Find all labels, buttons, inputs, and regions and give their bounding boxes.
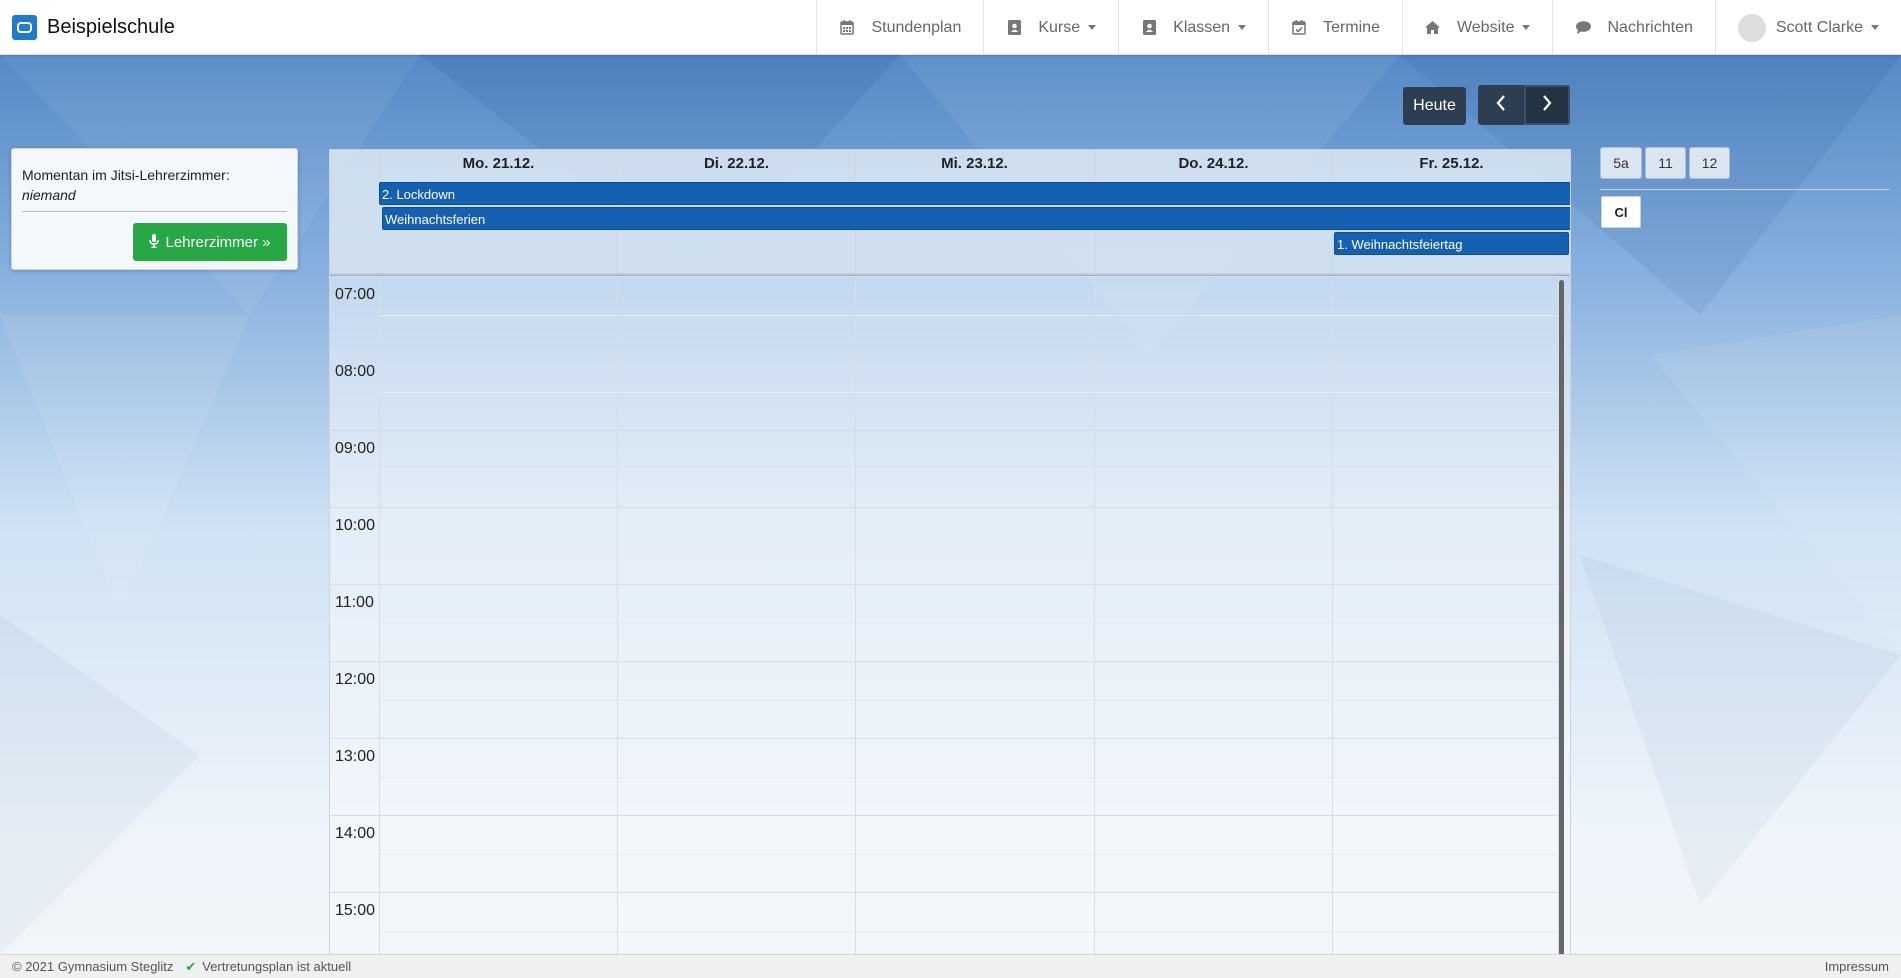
nav-item-label: Klassen xyxy=(1173,18,1231,36)
allday-event[interactable]: Weihnachtsferien xyxy=(382,207,1570,230)
day-header: Mo. 21.12. xyxy=(379,150,617,178)
nav-item-stundenplan[interactable]: Stundenplan xyxy=(816,0,983,55)
comment-icon xyxy=(1575,20,1591,36)
nav-item-website[interactable]: Website xyxy=(1401,0,1553,55)
nav-item-label: Website xyxy=(1456,18,1515,36)
brand-link[interactable]: Beispielschule xyxy=(0,0,175,55)
status-text: Vertretungsplan ist aktuell xyxy=(202,959,352,974)
class-filter-11[interactable]: 11 xyxy=(1645,147,1686,179)
top-navbar: Beispielschule Stundenplan Kurse Klassen xyxy=(0,0,1901,55)
day-header: Fr. 25.12. xyxy=(1332,150,1570,178)
hour-row[interactable]: 09:00 xyxy=(330,430,1558,507)
hour-row[interactable]: 10:00 xyxy=(330,507,1558,584)
chevron-right-icon xyxy=(1542,94,1552,116)
day-divider xyxy=(1332,276,1333,954)
calendar-check-icon xyxy=(1291,20,1307,36)
previous-week-button[interactable] xyxy=(1478,85,1524,125)
calendar-time-grid: 07:00 08:00 09:00 10:00 11:00 12:00 13:0… xyxy=(330,276,1570,954)
day-header: Di. 22.12. xyxy=(617,150,855,178)
user-menu[interactable]: Scott Clarke xyxy=(1714,0,1901,55)
allday-event[interactable]: 2. Lockdown xyxy=(379,182,1570,205)
week-calendar: Mo. 21.12. Di. 22.12. Mi. 23.12. Do. 24.… xyxy=(329,149,1571,955)
hour-row[interactable]: 08:00 xyxy=(330,353,1558,430)
filter-divider xyxy=(1600,189,1890,190)
footer: © 2021 Gymnasium Steglitz ✔ Vertretungsp… xyxy=(0,954,1901,978)
nav-item-kurse[interactable]: Kurse xyxy=(983,0,1118,55)
hour-row[interactable]: 15:00 xyxy=(330,892,1558,954)
filter-cl-button[interactable]: Cl xyxy=(1601,196,1641,228)
hour-label: 11:00 xyxy=(335,594,374,611)
day-divider xyxy=(379,276,380,954)
home-icon xyxy=(1425,20,1441,36)
check-icon: ✔ xyxy=(185,958,197,974)
allday-event[interactable]: 1. Weihnachtsfeiertag xyxy=(1334,232,1569,255)
hour-label: 14:00 xyxy=(335,825,376,842)
hour-row[interactable]: 07:00 xyxy=(330,276,1558,353)
hour-row[interactable]: 13:00 xyxy=(330,738,1558,815)
user-name: Scott Clarke xyxy=(1775,18,1863,36)
jitsi-label: Momentan im Jitsi-Lehrerzimmer: xyxy=(22,167,230,183)
hour-label: 10:00 xyxy=(335,517,376,534)
nav-item-termine[interactable]: Termine xyxy=(1268,0,1402,55)
hour-row[interactable]: 14:00 xyxy=(330,815,1558,892)
nav-item-label: Stundenplan xyxy=(871,18,962,36)
avatar xyxy=(1737,13,1766,42)
lehrerzimmer-button[interactable]: Lehrerzimmer » xyxy=(133,223,287,261)
day-header: Mi. 23.12. xyxy=(855,150,1093,178)
hour-label: 08:00 xyxy=(335,363,376,380)
jitsi-occupants: niemand xyxy=(22,187,287,212)
day-header: Do. 24.12. xyxy=(1094,150,1332,178)
calendar-scrollbar[interactable] xyxy=(1559,280,1564,954)
microphone-icon xyxy=(149,233,160,251)
class-filter-12[interactable]: 12 xyxy=(1689,147,1730,179)
class-filter-5a[interactable]: 5a xyxy=(1600,147,1642,179)
impressum-link[interactable]: Impressum xyxy=(1825,959,1889,974)
nav-item-label: Nachrichten xyxy=(1607,18,1693,36)
today-button[interactable]: Heute xyxy=(1403,87,1466,125)
nav-menu: Stundenplan Kurse Klassen Termine Websit… xyxy=(816,0,1901,55)
calendar-icon xyxy=(839,20,855,36)
hour-label: 07:00 xyxy=(335,286,376,303)
address-book-icon xyxy=(1006,20,1022,36)
copyright: © 2021 Gymnasium Steglitz xyxy=(12,959,174,974)
hour-label: 09:00 xyxy=(335,440,376,457)
chevron-left-icon xyxy=(1496,94,1506,116)
day-divider xyxy=(617,276,618,954)
day-divider xyxy=(855,276,856,954)
nav-item-nachrichten[interactable]: Nachrichten xyxy=(1552,0,1714,55)
hour-label: 15:00 xyxy=(335,902,376,919)
hour-label: 12:00 xyxy=(335,671,376,688)
nav-item-label: Termine xyxy=(1323,18,1380,36)
nav-item-label: Kurse xyxy=(1038,18,1081,36)
brand-name: Beispielschule xyxy=(47,15,175,38)
hour-row[interactable]: 12:00 xyxy=(330,661,1558,738)
caret-down-icon xyxy=(1871,25,1879,30)
caret-down-icon xyxy=(1088,25,1097,30)
caret-down-icon xyxy=(1238,25,1247,30)
caret-down-icon xyxy=(1522,25,1531,30)
calendar-header: Mo. 21.12. Di. 22.12. Mi. 23.12. Do. 24.… xyxy=(330,150,1570,275)
hour-row[interactable]: 11:00 xyxy=(330,584,1558,661)
brand-logo-icon xyxy=(12,14,37,40)
jitsi-panel: Momentan im Jitsi-Lehrerzimmer: niemand … xyxy=(11,148,298,270)
address-book-icon xyxy=(1141,20,1157,36)
nav-item-klassen[interactable]: Klassen xyxy=(1118,0,1268,55)
day-divider xyxy=(1094,276,1095,954)
hour-label: 13:00 xyxy=(335,748,376,765)
lehrerzimmer-button-label: Lehrerzimmer » xyxy=(165,233,271,251)
next-week-button[interactable] xyxy=(1524,85,1570,125)
